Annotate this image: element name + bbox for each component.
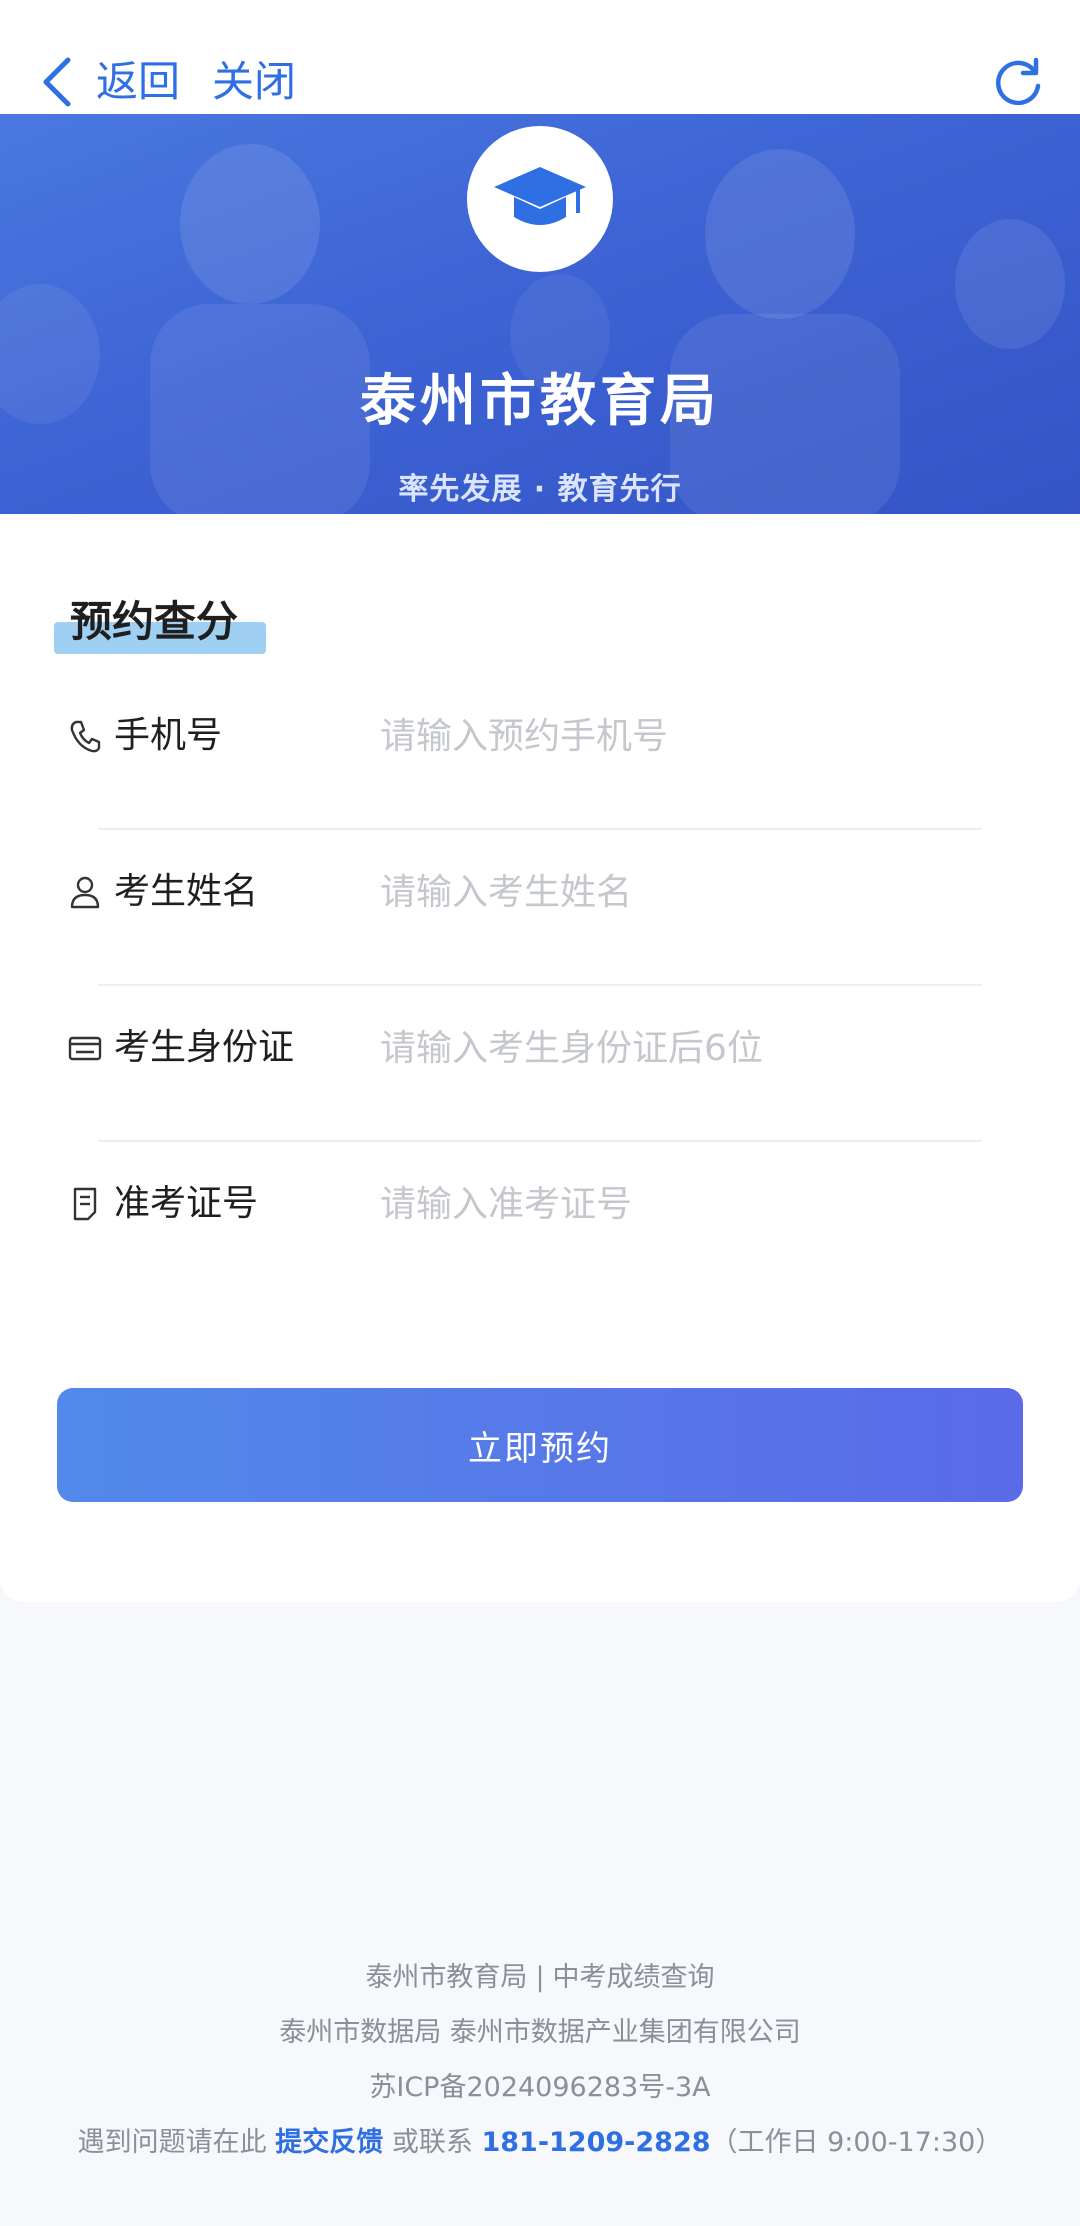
- footer-service: 中考成绩查询: [552, 1962, 715, 1993]
- page: 返回 关闭 泰州市教育局 率先发展 · 教育先行 预约查分 手机号 请输入预约手…: [0, 0, 1080, 2226]
- footer-icp[interactable]: 苏ICP备2024096283号-3A: [0, 2060, 1080, 2115]
- education-logo: [467, 126, 613, 272]
- section-title: 预约查分: [70, 597, 239, 646]
- phone-icon: [70, 720, 101, 753]
- submit-appointment-button[interactable]: 立即预约: [57, 1388, 1023, 1502]
- close-button[interactable]: 关闭: [212, 52, 296, 112]
- footer-contact-prefix: 或联系: [391, 2127, 473, 2158]
- footer-org: 泰州市教育局: [365, 1962, 528, 1993]
- contact-phone-link[interactable]: 181-1209-2828: [481, 2127, 710, 2158]
- admission-ticket-field-row: 准考证号: [64, 1142, 984, 1262]
- user-icon: [70, 876, 100, 909]
- footer: 泰州市教育局 | 中考成绩查询 泰州市数据局 泰州市数据产业集团有限公司 苏ICP备…: [0, 1950, 1080, 2170]
- graduation-cap-icon: [494, 167, 586, 225]
- header-banner: 泰州市教育局 率先发展 · 教育先行: [0, 114, 1080, 514]
- chevron-left-icon: [43, 57, 71, 107]
- id-card-input[interactable]: [380, 1016, 980, 1080]
- banner-title: 泰州市教育局: [360, 369, 720, 434]
- id-card-field-row: 考生身份证: [64, 986, 984, 1106]
- appointment-form-card: 预约查分 手机号 考生姓名: [0, 514, 1080, 1602]
- section-heading: 预约查分: [54, 588, 268, 666]
- phone-input[interactable]: [380, 704, 980, 768]
- id-card-label: 考生身份证: [114, 1027, 295, 1068]
- footer-help-prefix: 遇到问题请在此: [77, 2127, 267, 2158]
- footer-hours: （工作日 9:00-17:30）: [710, 2127, 1003, 2158]
- admission-ticket-input[interactable]: [380, 1172, 980, 1236]
- id-card-icon: [68, 1036, 102, 1061]
- banner-subtitle: 率先发展 · 教育先行: [398, 472, 682, 507]
- name-label: 考生姓名: [114, 871, 259, 912]
- back-button[interactable]: 返回: [38, 52, 180, 112]
- back-label: 返回: [96, 57, 181, 106]
- phone-label: 手机号: [114, 715, 223, 756]
- name-input[interactable]: [380, 860, 980, 924]
- top-navigation-bar: 返回 关闭: [0, 0, 1080, 114]
- refresh-icon[interactable]: [992, 56, 1044, 108]
- footer-org-line: 泰州市教育局 | 中考成绩查询: [0, 1950, 1080, 2005]
- phone-field-row: 手机号: [64, 674, 984, 794]
- admission-ticket-icon: [73, 1187, 97, 1221]
- feedback-link[interactable]: 提交反馈: [275, 2127, 383, 2158]
- footer-help-line: 遇到问题请在此 提交反馈 或联系 181-1209-2828（工作日 9:00-…: [0, 2115, 1080, 2170]
- footer-operators: 泰州市数据局 泰州市数据产业集团有限公司: [279, 2017, 801, 2048]
- name-field-row: 考生姓名: [64, 830, 984, 950]
- footer-separator: |: [535, 1962, 545, 1993]
- admission-ticket-label: 准考证号: [114, 1183, 259, 1224]
